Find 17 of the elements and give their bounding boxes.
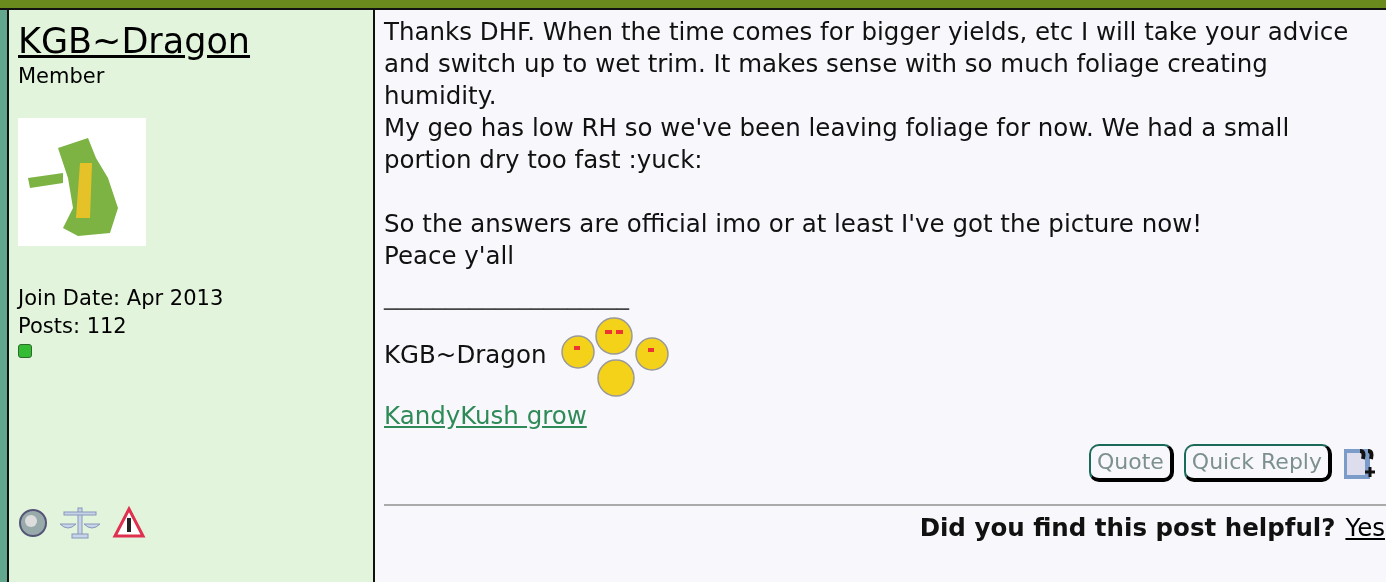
yes-link[interactable]: Yes — [1345, 512, 1385, 544]
post-count: Posts: 112 — [18, 313, 128, 340]
join-date: Join Date: Apr 2013 — [18, 285, 225, 312]
helpful-question: Did you find this post helpful? — [919, 512, 1336, 544]
warning-icon[interactable] — [112, 506, 146, 540]
post-text: Peace y'all — [384, 240, 516, 272]
username-link[interactable]: KGB~Dragon — [18, 20, 250, 62]
post-text: So the answers are official imo or at least I've got the picture now! — [384, 208, 1204, 240]
user-rank: Member — [18, 64, 106, 88]
orb-icon[interactable] — [18, 508, 48, 538]
signature-rule: ____________________ — [384, 280, 631, 312]
signature-link[interactable]: KandyKush grow — [384, 400, 587, 432]
signature-name: KGB~Dragon — [384, 339, 547, 371]
post-button[interactable]: Quote — [1088, 444, 1174, 482]
post-text: Thanks DHF. When the time comes for bigger yields, etc I will take your advice and switch up to wet trim. It makes sense with so much foliage creating humidity. — [384, 16, 1350, 112]
post-button[interactable]: Quick Reply — [1183, 444, 1332, 482]
post-text: My geo has low RH so we've been leaving foliage for now. We had a small portion dry too fast :yuck: — [384, 112, 1291, 176]
